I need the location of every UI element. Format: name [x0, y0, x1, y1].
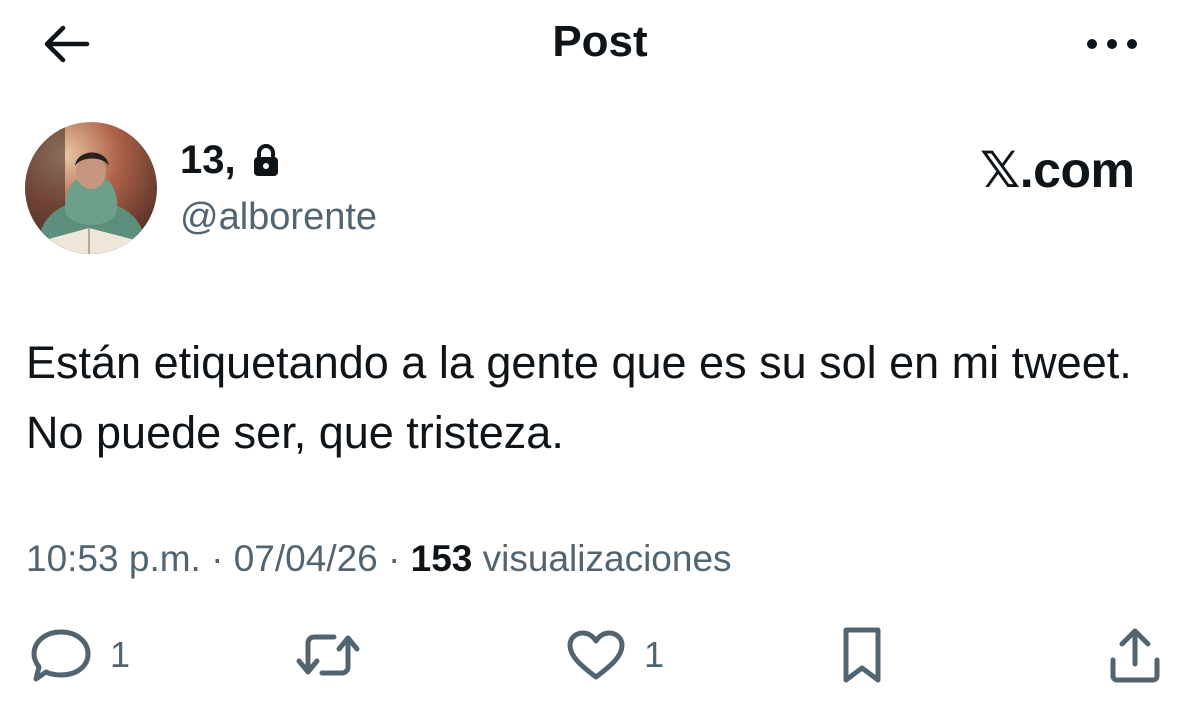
- action-bar: 1 1: [0, 620, 1200, 700]
- tweet-text: Están etiquetando a la gente que es su s…: [26, 337, 1132, 458]
- views-count: 153: [410, 538, 473, 579]
- display-name-text: 13,: [180, 138, 236, 182]
- post-header: Post: [0, 0, 1200, 90]
- separator: ·: [388, 538, 401, 579]
- tweet-metadata: 10:53 p.m. · 07/04/26 · 153 visualizacio…: [26, 536, 732, 582]
- more-options-button[interactable]: [1080, 22, 1144, 66]
- retweet-button[interactable]: [296, 620, 378, 690]
- author-display-name[interactable]: 13,: [180, 136, 280, 184]
- tweet-date[interactable]: 07/04/26: [234, 538, 378, 579]
- page-title: Post: [552, 17, 648, 66]
- bookmark-button[interactable]: [838, 620, 886, 690]
- reply-button[interactable]: 1: [30, 620, 130, 690]
- author-handle[interactable]: @alborente: [180, 194, 377, 240]
- reply-icon: [31, 629, 91, 682]
- avatar[interactable]: [25, 122, 157, 254]
- separator: ·: [211, 538, 224, 579]
- like-button[interactable]: 1: [566, 620, 664, 690]
- tweet-time[interactable]: 10:53 p.m.: [26, 538, 201, 579]
- retweet-icon: [296, 634, 360, 676]
- like-count: 1: [644, 634, 665, 675]
- lock-icon: [252, 143, 280, 177]
- views-label: visualizaciones: [482, 538, 732, 579]
- ellipsis-horizontal-icon: [1087, 39, 1137, 49]
- watermark-logo: 𝕏.com: [980, 142, 1135, 198]
- bookmark-icon: [843, 627, 881, 683]
- heart-icon: [567, 630, 625, 680]
- share-icon: [1110, 628, 1160, 683]
- reply-count: 1: [110, 634, 131, 675]
- share-button[interactable]: [1108, 620, 1162, 690]
- avatar-photo: [25, 122, 157, 254]
